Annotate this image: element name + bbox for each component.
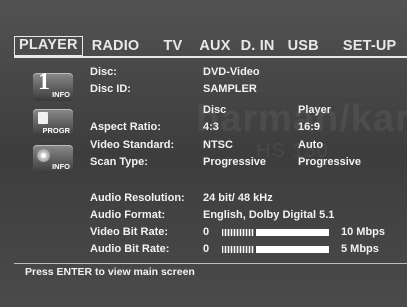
osd-screen: harman/kardon HS 150 PLAYER RADIO TV AUX… [0, 0, 407, 307]
video-bit-rate-label: Video Bit Rate: [90, 226, 169, 238]
info-icon[interactable]: 1 INFO [33, 69, 73, 101]
card-icon [38, 112, 48, 124]
col-disc-header: Disc [203, 104, 227, 116]
info-icon-label: INFO [52, 90, 70, 99]
program-icon[interactable]: PROGR [33, 109, 73, 137]
disc-info-icon-label: INFO [52, 162, 70, 171]
audio-bit-rate-label: Audio Bit Rate: [90, 243, 170, 255]
scan-type-disc: Progressive [203, 156, 266, 168]
disc-id-label: Disc ID: [90, 83, 131, 95]
tab-set-up[interactable]: SET-UP [338, 36, 402, 56]
disc-label: Disc: [90, 66, 117, 78]
aspect-ratio-disc: 4:3 [203, 121, 219, 133]
tab-radio[interactable]: RADIO [87, 36, 145, 56]
disc-value: DVD-Video [203, 66, 260, 78]
audio-format-value: English, Dolby Digital 5.1 [203, 209, 335, 221]
aspect-ratio-player: 16:9 [298, 121, 321, 133]
audio-bit-rate-meter [222, 246, 329, 253]
video-standard-label: Video Standard: [90, 139, 175, 151]
tab-divider [14, 56, 407, 58]
audio-bit-rate-track [222, 246, 254, 253]
video-bit-rate-fill [256, 229, 329, 236]
footer-divider [14, 263, 407, 264]
tab-tv[interactable]: TV [158, 36, 187, 56]
audio-resolution-label: Audio Resolution: [90, 192, 185, 204]
disc-icon [37, 149, 50, 162]
program-icon-label: PROGR [42, 126, 70, 135]
audio-format-label: Audio Format: [90, 209, 166, 221]
scan-type-label: Scan Type: [90, 156, 148, 168]
info-glyph: 1 [38, 69, 50, 95]
audio-bit-rate-fill [256, 246, 329, 253]
audio-resolution-value: 24 bit/ 48 kHz [203, 192, 273, 204]
col-player-header: Player [298, 104, 332, 116]
video-bit-rate-track [222, 229, 254, 236]
tab-d-in[interactable]: D. IN [236, 36, 280, 56]
video-bit-rate-min: 0 [203, 226, 210, 238]
source-tabs: PLAYER RADIO TV AUX D. IN USB SET-UP [14, 36, 407, 56]
video-bit-rate-meter [222, 229, 329, 236]
audio-bit-rate-max: 5 Mbps [341, 243, 379, 255]
footer-hint: Press ENTER to view main screen [25, 266, 195, 278]
scan-type-player: Progressive [298, 156, 361, 168]
disc-info-icon[interactable]: INFO [33, 145, 73, 173]
video-standard-player: Auto [298, 139, 324, 151]
tab-usb[interactable]: USB [283, 36, 324, 56]
aspect-ratio-label: Aspect Ratio: [90, 121, 161, 133]
tab-aux[interactable]: AUX [194, 36, 235, 56]
tab-player[interactable]: PLAYER [14, 36, 83, 56]
video-bit-rate-max: 10 Mbps [341, 226, 386, 238]
video-standard-disc: NTSC [203, 139, 233, 151]
disc-id-value: SAMPLER [203, 83, 257, 95]
audio-bit-rate-min: 0 [203, 243, 210, 255]
